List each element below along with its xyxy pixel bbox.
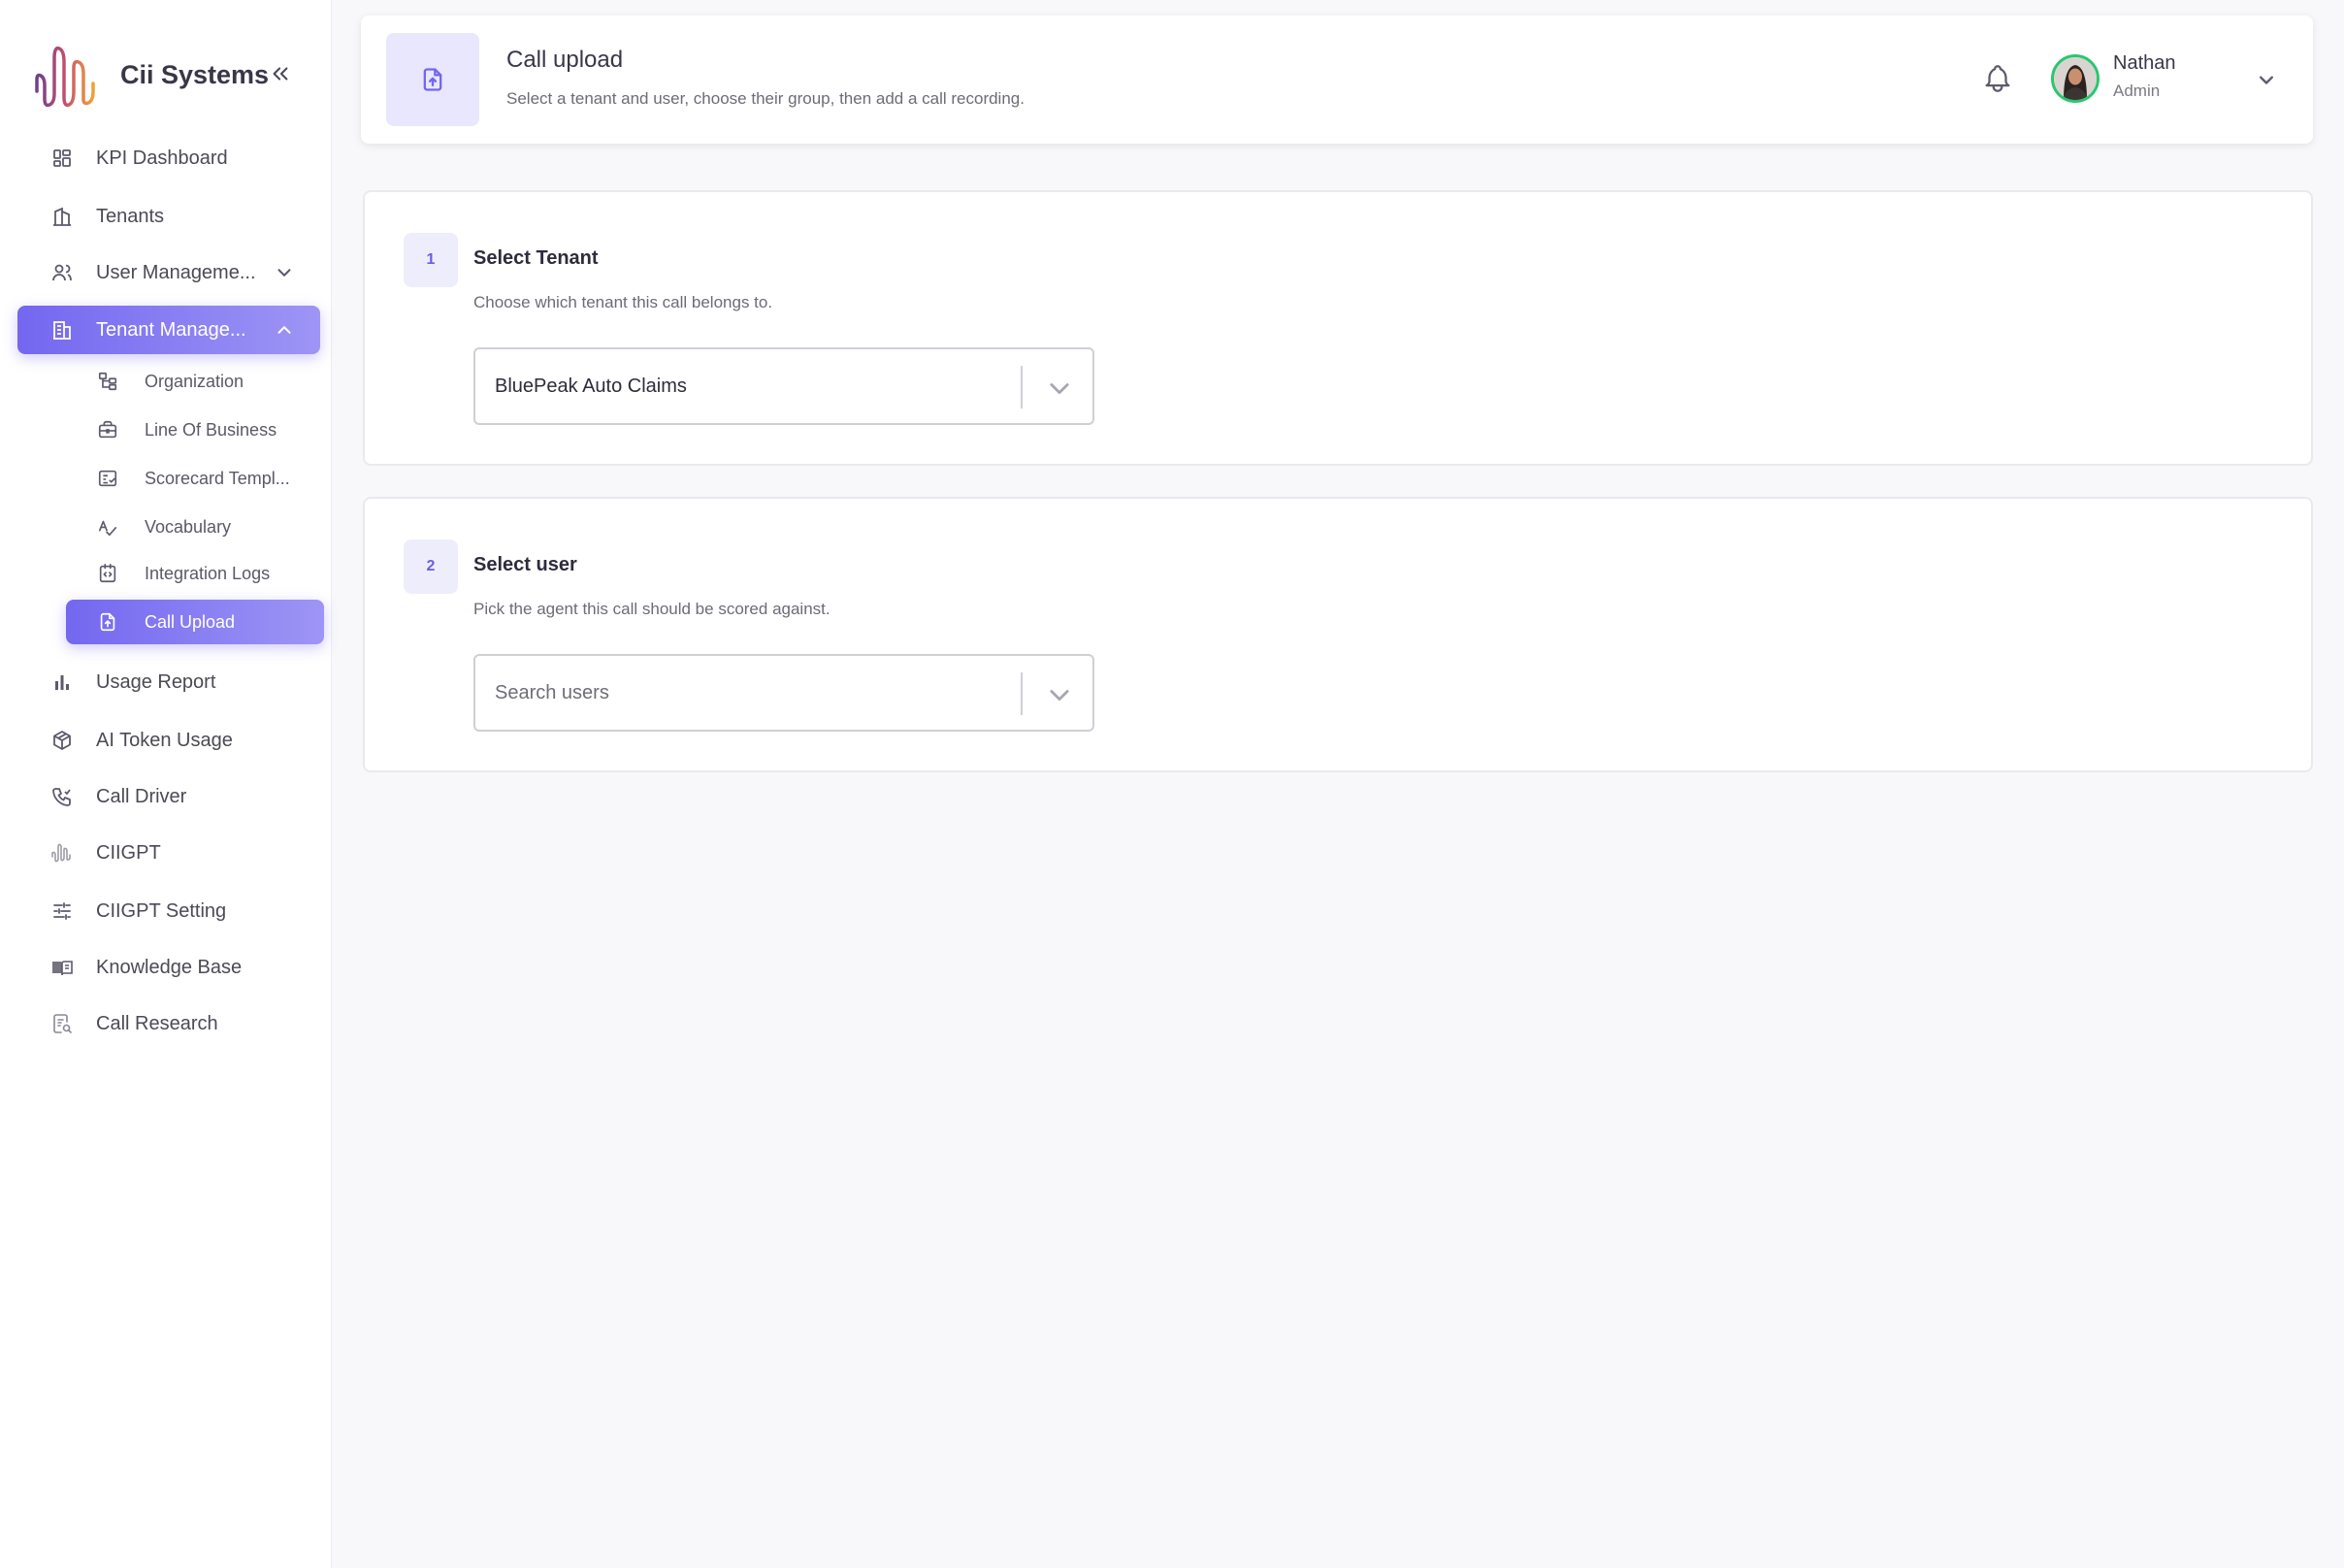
sidebar-item-label: User Manageme... (96, 262, 256, 283)
sidebar-subitem-label: Scorecard Templ... (145, 469, 290, 488)
sidebar-subitem-vocabulary[interactable]: Vocabulary (66, 505, 324, 549)
sidebar-item-ciigpt-setting[interactable]: CIIGPT Setting (17, 887, 320, 935)
step-description: Pick the agent this call should be score… (473, 600, 830, 618)
sidebar-item-tenants[interactable]: Tenants (17, 192, 320, 241)
chevron-up-icon (277, 326, 291, 334)
brand-name: Cii Systems (120, 60, 270, 89)
chevron-down-icon[interactable] (2253, 66, 2280, 93)
sidebar-subitem-label: Integration Logs (145, 564, 271, 583)
page-subtitle: Select a tenant and user, choose their g… (506, 89, 1025, 108)
sidebar-item-label: AI Token Usage (96, 730, 233, 751)
sidebar-subitem-organization[interactable]: Organization (66, 359, 324, 404)
user-search-placeholder: Search users (495, 682, 609, 703)
sidebar-item-ciigpt[interactable]: CIIGPT (17, 829, 320, 877)
step-title: Select user (473, 554, 577, 575)
sidebar-item-usage-report[interactable]: Usage Report (17, 658, 320, 706)
collapse-sidebar-button[interactable] (266, 56, 295, 91)
step-title: Select Tenant (473, 247, 599, 269)
user-role: Admin (2113, 82, 2161, 100)
header-icon-box (386, 33, 479, 126)
chevron-down-icon (1050, 383, 1069, 395)
sidebar-item-tenant-management[interactable]: Tenant Manage... (17, 306, 320, 354)
dashboard-icon (53, 149, 71, 167)
sidebar-item-label: CIIGPT Setting (96, 900, 227, 922)
sidebar-item-kpi-dashboard[interactable]: KPI Dashboard (17, 134, 320, 182)
briefcase-icon (98, 420, 117, 439)
brand-logo-icon (35, 46, 95, 108)
step-select-tenant: 1 Select Tenant Choose which tenant this… (363, 190, 2313, 466)
file-upload-icon (423, 68, 442, 91)
step-number: 1 (404, 233, 458, 287)
code-icon (99, 564, 116, 583)
sidebar-item-label: KPI Dashboard (96, 147, 228, 169)
chevron-down-icon (1050, 690, 1069, 702)
sidebar-subitem-call-upload[interactable]: Call Upload (66, 600, 324, 644)
user-search-select[interactable]: Search users (473, 654, 1094, 732)
page-header: Call upload Select a tenant and user, ch… (361, 16, 2313, 144)
waveform-icon (51, 843, 71, 863)
sidebar-subitem-label: Line Of Business (145, 420, 277, 440)
chevrons-left-icon (273, 67, 288, 81)
tenant-select-value: BluePeak Auto Claims (495, 376, 687, 397)
sidebar-item-label: Call Driver (96, 786, 187, 807)
sliders-icon (53, 902, 71, 920)
step-number: 2 (404, 539, 458, 594)
sidebar-item-call-driver[interactable]: Call Driver (17, 772, 320, 821)
hierarchy-icon (98, 372, 117, 391)
users-icon (52, 264, 72, 281)
spell-check-icon (98, 520, 117, 537)
select-separator (1021, 366, 1023, 408)
sidebar-item-label: Usage Report (96, 671, 216, 693)
tenant-select[interactable]: BluePeak Auto Claims (473, 347, 1094, 425)
sidebar-item-label: Knowledge Base (96, 957, 243, 978)
step-select-user: 2 Select user Pick the agent this call s… (363, 497, 2313, 772)
step-description: Choose which tenant this call belongs to… (473, 293, 773, 311)
bar-chart-icon (55, 675, 69, 690)
sidebar-item-call-research[interactable]: Call Research (17, 999, 320, 1048)
phone-icon (52, 788, 71, 806)
book-icon (52, 961, 73, 976)
select-separator (1021, 672, 1023, 715)
brand: Cii Systems (33, 37, 314, 114)
page-title: Call upload (506, 47, 624, 73)
sidebar-item-knowledge-base[interactable]: Knowledge Base (17, 943, 320, 992)
sidebar-subitem-label: Organization (145, 372, 244, 391)
sidebar-item-label: Call Research (96, 1013, 218, 1034)
checklist-icon (98, 470, 117, 487)
user-avatar-icon (2054, 57, 2097, 100)
report-search-icon (53, 1014, 72, 1033)
sidebar-item-label: Tenant Manage... (96, 319, 246, 341)
sidebar-subitem-line-of-business[interactable]: Line Of Business (66, 408, 324, 452)
sidebar-subitem-label: Call Upload (145, 612, 236, 632)
sidebar-subitem-scorecard-templates[interactable]: Scorecard Templ... (66, 456, 324, 501)
sidebar-item-label: CIIGPT (96, 842, 161, 864)
sidebar-item-ai-token-usage[interactable]: AI Token Usage (17, 716, 320, 765)
cube-icon (53, 731, 71, 750)
building-icon (53, 321, 71, 340)
avatar[interactable] (2051, 54, 2100, 103)
sidebar-item-label: Tenants (96, 206, 165, 227)
user-name: Nathan (2113, 52, 2176, 74)
bell-icon[interactable] (1981, 62, 2014, 95)
file-upload-icon (100, 612, 115, 632)
sidebar-subitem-integration-logs[interactable]: Integration Logs (66, 551, 324, 596)
chevron-down-icon (277, 269, 291, 277)
sidebar: Cii Systems KPI Dashboard Tenants User M… (0, 0, 332, 1568)
sidebar-subitem-label: Vocabulary (145, 517, 232, 537)
sidebar-item-user-management[interactable]: User Manageme... (17, 248, 320, 297)
buildings-icon (53, 207, 71, 226)
